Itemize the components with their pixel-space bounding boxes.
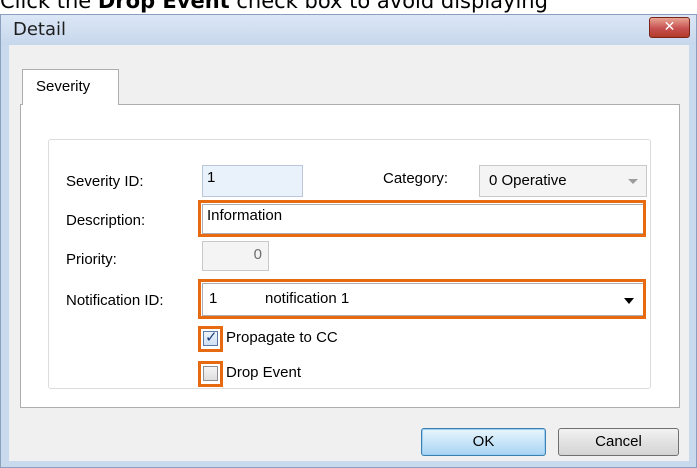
priority-value: 0 — [253, 246, 262, 263]
dialog-client-area: Severity Severity ID: 1 Category: 0 Oper… — [9, 45, 689, 461]
propagate-to-cc-checkbox[interactable]: ✓ — [203, 328, 218, 346]
tab-severity-label: Severity — [36, 78, 91, 95]
title-bar[interactable]: Detail ✕ — [1, 15, 696, 45]
propagate-to-cc-label[interactable]: Propagate to CC — [226, 329, 338, 346]
description-input[interactable]: Information — [202, 204, 645, 234]
severity-id-label: Severity ID: — [66, 173, 144, 190]
window-title: Detail — [13, 19, 67, 40]
chevron-down-icon — [624, 298, 634, 304]
tab-severity[interactable]: Severity — [22, 69, 119, 105]
severity-id-field: 1 — [202, 165, 303, 197]
category-combo[interactable]: 0 Operative — [479, 165, 647, 197]
check-icon: ✓ — [205, 328, 218, 346]
description-label: Description: — [66, 212, 146, 229]
ok-button[interactable]: OK — [421, 428, 546, 456]
caption-prefix: Click the — [0, 0, 98, 13]
chevron-down-icon — [628, 179, 638, 184]
cancel-button[interactable]: Cancel — [558, 428, 679, 456]
category-label: Category: — [383, 170, 449, 187]
priority-field: 0 — [202, 241, 269, 271]
notification-id-combo[interactable]: 1 notification 1 — [202, 283, 645, 316]
detail-dialog: Detail ✕ Severity Severity ID: 1 Categor… — [0, 14, 697, 468]
caption-bold: Drop Event — [97, 0, 230, 13]
drop-event-label[interactable]: Drop Event — [226, 364, 301, 381]
description-value: Information — [207, 207, 283, 224]
caption-suffix: check box to avoid displaying — [229, 0, 548, 13]
category-value: 0 Operative — [489, 172, 567, 189]
notification-id-label: Notification ID: — [66, 292, 164, 309]
priority-label: Priority: — [66, 251, 117, 268]
close-button[interactable]: ✕ — [649, 17, 690, 38]
severity-tab-panel: Severity ID: 1 Category: 0 Operative Des… — [20, 104, 680, 408]
severity-id-value: 1 — [207, 169, 216, 186]
drop-event-checkbox[interactable] — [203, 366, 218, 381]
close-icon: ✕ — [663, 19, 676, 35]
notification-id-value: 1 — [209, 290, 218, 307]
notification-name-value: notification 1 — [265, 290, 350, 307]
severity-group-box: Severity ID: 1 Category: 0 Operative Des… — [48, 139, 651, 389]
instruction-caption: Click the Drop Event check box to avoid … — [0, 0, 697, 14]
